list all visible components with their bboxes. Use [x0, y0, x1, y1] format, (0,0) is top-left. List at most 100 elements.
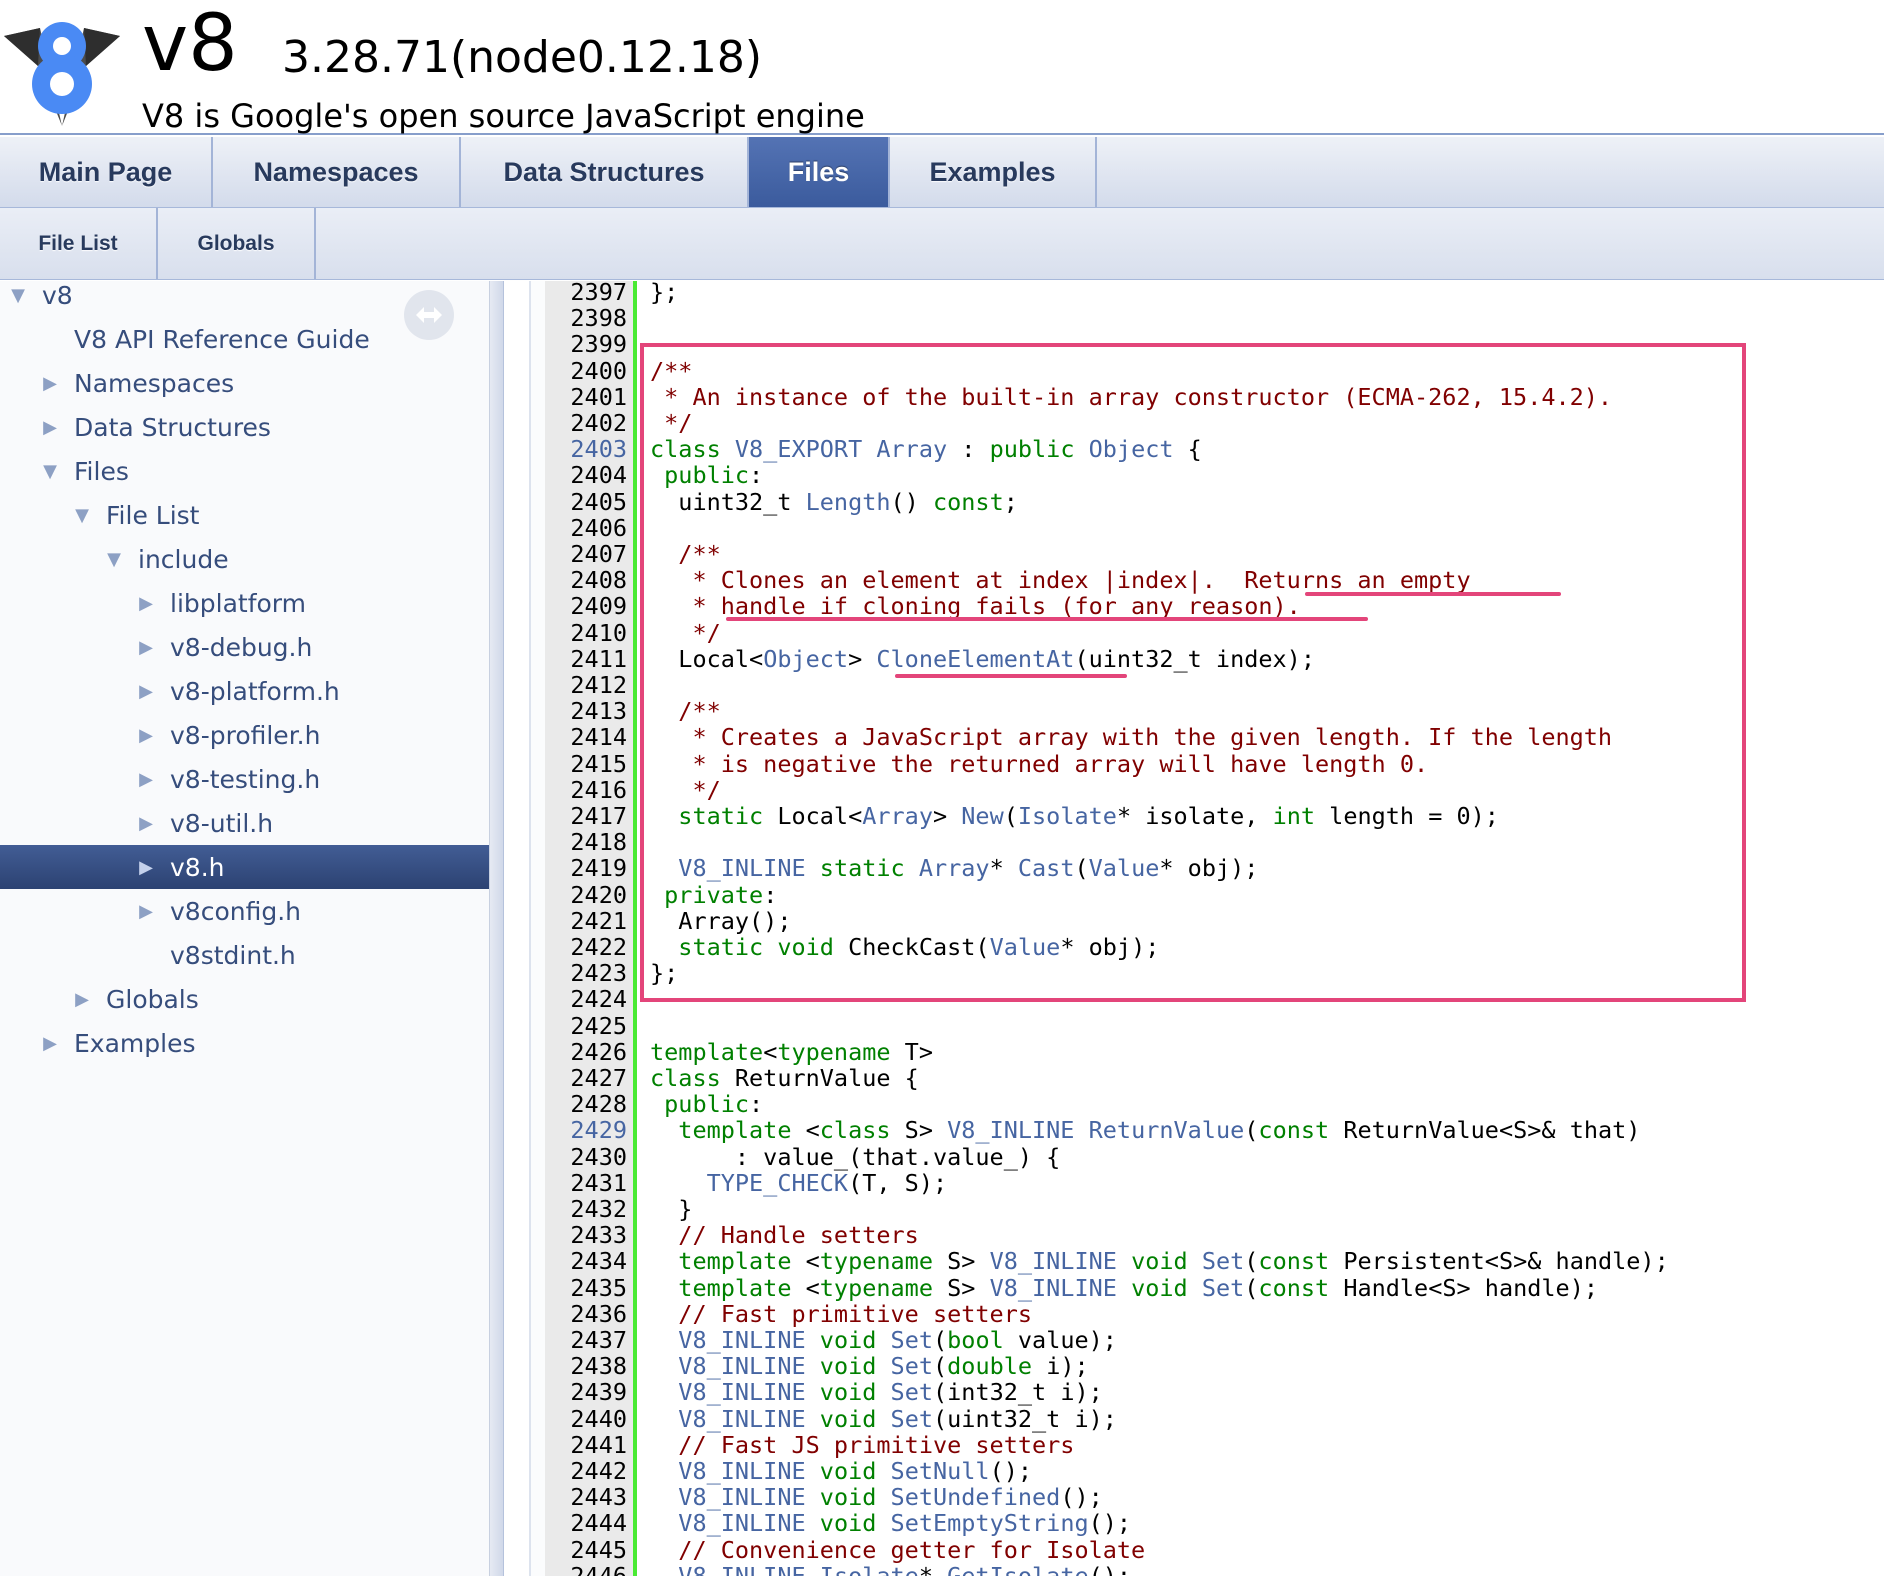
- code-link[interactable]: V8_INLINE: [947, 1116, 1074, 1144]
- tab-main-page[interactable]: Main Page: [0, 137, 213, 207]
- sidebar-item[interactable]: ▶ v8config.h: [0, 889, 489, 933]
- v8-logo-icon[interactable]: [0, 6, 125, 126]
- code-link[interactable]: Isolate: [1018, 802, 1117, 830]
- code-link[interactable]: GetIsolate: [947, 1562, 1088, 1576]
- sidebar-item[interactable]: ▶ v8-profiler.h: [0, 713, 489, 757]
- line-number[interactable]: 2429: [557, 1117, 627, 1143]
- code-text: template <typename S> V8_INLINE void Set…: [650, 1275, 1598, 1301]
- code-link[interactable]: CloneElementAt: [876, 645, 1074, 673]
- code-link[interactable]: New: [961, 802, 1003, 830]
- code-line: 2403 class V8_EXPORT Array : public Objec…: [505, 436, 1884, 462]
- tab-namespaces[interactable]: Namespaces: [213, 137, 461, 207]
- code-line: 2399: [505, 331, 1884, 357]
- sidebar-item[interactable]: ▶ Examples: [0, 1021, 489, 1065]
- expanded-arrow-icon[interactable]: ▼: [100, 549, 128, 570]
- code-keyword: void: [819, 1509, 877, 1538]
- code-link[interactable]: V8_INLINE: [678, 1405, 805, 1433]
- project-version: 3.28.71(node0.12.18): [282, 32, 763, 83]
- code-token: S>: [932, 1273, 990, 1302]
- code-link[interactable]: V8_INLINE: [678, 1378, 805, 1406]
- tab-examples[interactable]: Examples: [890, 137, 1097, 207]
- sidebar-item[interactable]: ▶ v8.h: [0, 845, 489, 889]
- sidebar-item[interactable]: ▶ Globals: [0, 977, 489, 1021]
- code-link[interactable]: Set: [891, 1352, 933, 1380]
- code-text: * Creates a JavaScript array with the gi…: [650, 724, 1612, 750]
- code-link[interactable]: Length: [806, 488, 891, 516]
- code-token: *: [918, 1561, 948, 1576]
- code-link[interactable]: ReturnValue: [1089, 1116, 1245, 1144]
- code-link[interactable]: Array: [876, 435, 947, 463]
- sidebar-item[interactable]: ▶ libplatform: [0, 581, 489, 625]
- collapsed-arrow-icon[interactable]: ▶: [132, 725, 160, 746]
- code-link[interactable]: V8_INLINE: [678, 1352, 805, 1380]
- code-link[interactable]: SetNull: [891, 1457, 990, 1485]
- code-link[interactable]: Set: [891, 1378, 933, 1406]
- collapsed-arrow-icon[interactable]: ▶: [132, 593, 160, 614]
- code-link[interactable]: V8_INLINE: [990, 1274, 1117, 1302]
- sidebar-item[interactable]: v8stdint.h: [0, 933, 489, 977]
- code-link[interactable]: V8_INLINE: [990, 1247, 1117, 1275]
- code-link[interactable]: Cast: [1018, 854, 1075, 882]
- code-link[interactable]: V8_INLINE: [678, 1562, 805, 1576]
- code-link[interactable]: Set: [1202, 1247, 1244, 1275]
- collapsed-arrow-icon[interactable]: ▶: [132, 901, 160, 922]
- collapsed-arrow-icon[interactable]: ▶: [132, 637, 160, 658]
- code-link[interactable]: Set: [891, 1405, 933, 1433]
- code-link[interactable]: Array: [862, 802, 933, 830]
- code-token: S>: [890, 1116, 948, 1145]
- sidebar-item[interactable]: ▶ Namespaces: [0, 361, 489, 405]
- code-link[interactable]: TYPE_CHECK: [707, 1169, 848, 1197]
- code-link[interactable]: V8_EXPORT: [735, 435, 862, 463]
- code-line: 2410 */: [505, 620, 1884, 646]
- collapsed-arrow-icon[interactable]: ▶: [68, 989, 96, 1010]
- line-number[interactable]: 2403: [557, 436, 627, 462]
- sidebar-item[interactable]: ▶ v8-testing.h: [0, 757, 489, 801]
- code-token: ();: [1088, 1509, 1132, 1538]
- sidebar-item[interactable]: ▶ Data Structures: [0, 405, 489, 449]
- tab-data-structures[interactable]: Data Structures: [461, 137, 749, 207]
- code-token: {: [1173, 435, 1202, 464]
- code-link[interactable]: SetUndefined: [891, 1483, 1061, 1511]
- sidebar-item[interactable]: ▶ v8-util.h: [0, 801, 489, 845]
- sidebar-item-label: Globals: [106, 984, 199, 1014]
- code-link[interactable]: V8_INLINE: [678, 1457, 805, 1485]
- sync-toggle-icon[interactable]: [404, 290, 454, 340]
- line-number: 2435: [570, 1273, 627, 1302]
- collapsed-arrow-icon[interactable]: ▶: [36, 1033, 64, 1054]
- code-link[interactable]: Object: [763, 645, 848, 673]
- code-link[interactable]: Value: [990, 933, 1061, 961]
- sidebar-item[interactable]: ▶ v8-platform.h: [0, 669, 489, 713]
- code-link[interactable]: V8_INLINE: [678, 1509, 805, 1537]
- code-link[interactable]: Set: [1202, 1274, 1244, 1302]
- sidebar-splitter[interactable]: [490, 281, 504, 1576]
- expanded-arrow-icon[interactable]: ▼: [4, 285, 32, 306]
- collapsed-arrow-icon[interactable]: ▶: [132, 813, 160, 834]
- code-link[interactable]: V8_INLINE: [678, 1483, 805, 1511]
- code-link[interactable]: SetEmptyString: [891, 1509, 1089, 1537]
- tab-files[interactable]: Files: [749, 137, 890, 207]
- code-link[interactable]: Value: [1089, 854, 1160, 882]
- collapsed-arrow-icon[interactable]: ▶: [132, 769, 160, 790]
- code-link[interactable]: V8_INLINE: [678, 1326, 805, 1354]
- sidebar-item[interactable]: ▼ include: [0, 537, 489, 581]
- code-link[interactable]: Isolate: [820, 1562, 919, 1576]
- sidebar-item[interactable]: ▼ Files: [0, 449, 489, 493]
- code-link[interactable]: Array: [919, 854, 990, 882]
- collapsed-arrow-icon[interactable]: ▶: [36, 417, 64, 438]
- code-link[interactable]: Set: [891, 1326, 933, 1354]
- expanded-arrow-icon[interactable]: ▼: [68, 505, 96, 526]
- collapsed-arrow-icon[interactable]: ▶: [132, 857, 160, 878]
- collapsed-arrow-icon[interactable]: ▶: [36, 373, 64, 394]
- tab-globals[interactable]: Globals: [158, 208, 316, 279]
- tab-file-list[interactable]: File List: [0, 208, 158, 279]
- sidebar-item-label: Files: [74, 456, 129, 486]
- code-link[interactable]: Object: [1089, 435, 1174, 463]
- collapsed-arrow-icon[interactable]: ▶: [132, 681, 160, 702]
- expanded-arrow-icon[interactable]: ▼: [36, 461, 64, 482]
- code-link[interactable]: V8_INLINE: [678, 854, 805, 882]
- sidebar-item[interactable]: ▶ v8-debug.h: [0, 625, 489, 669]
- sidebar-item[interactable]: ▼ File List: [0, 493, 489, 537]
